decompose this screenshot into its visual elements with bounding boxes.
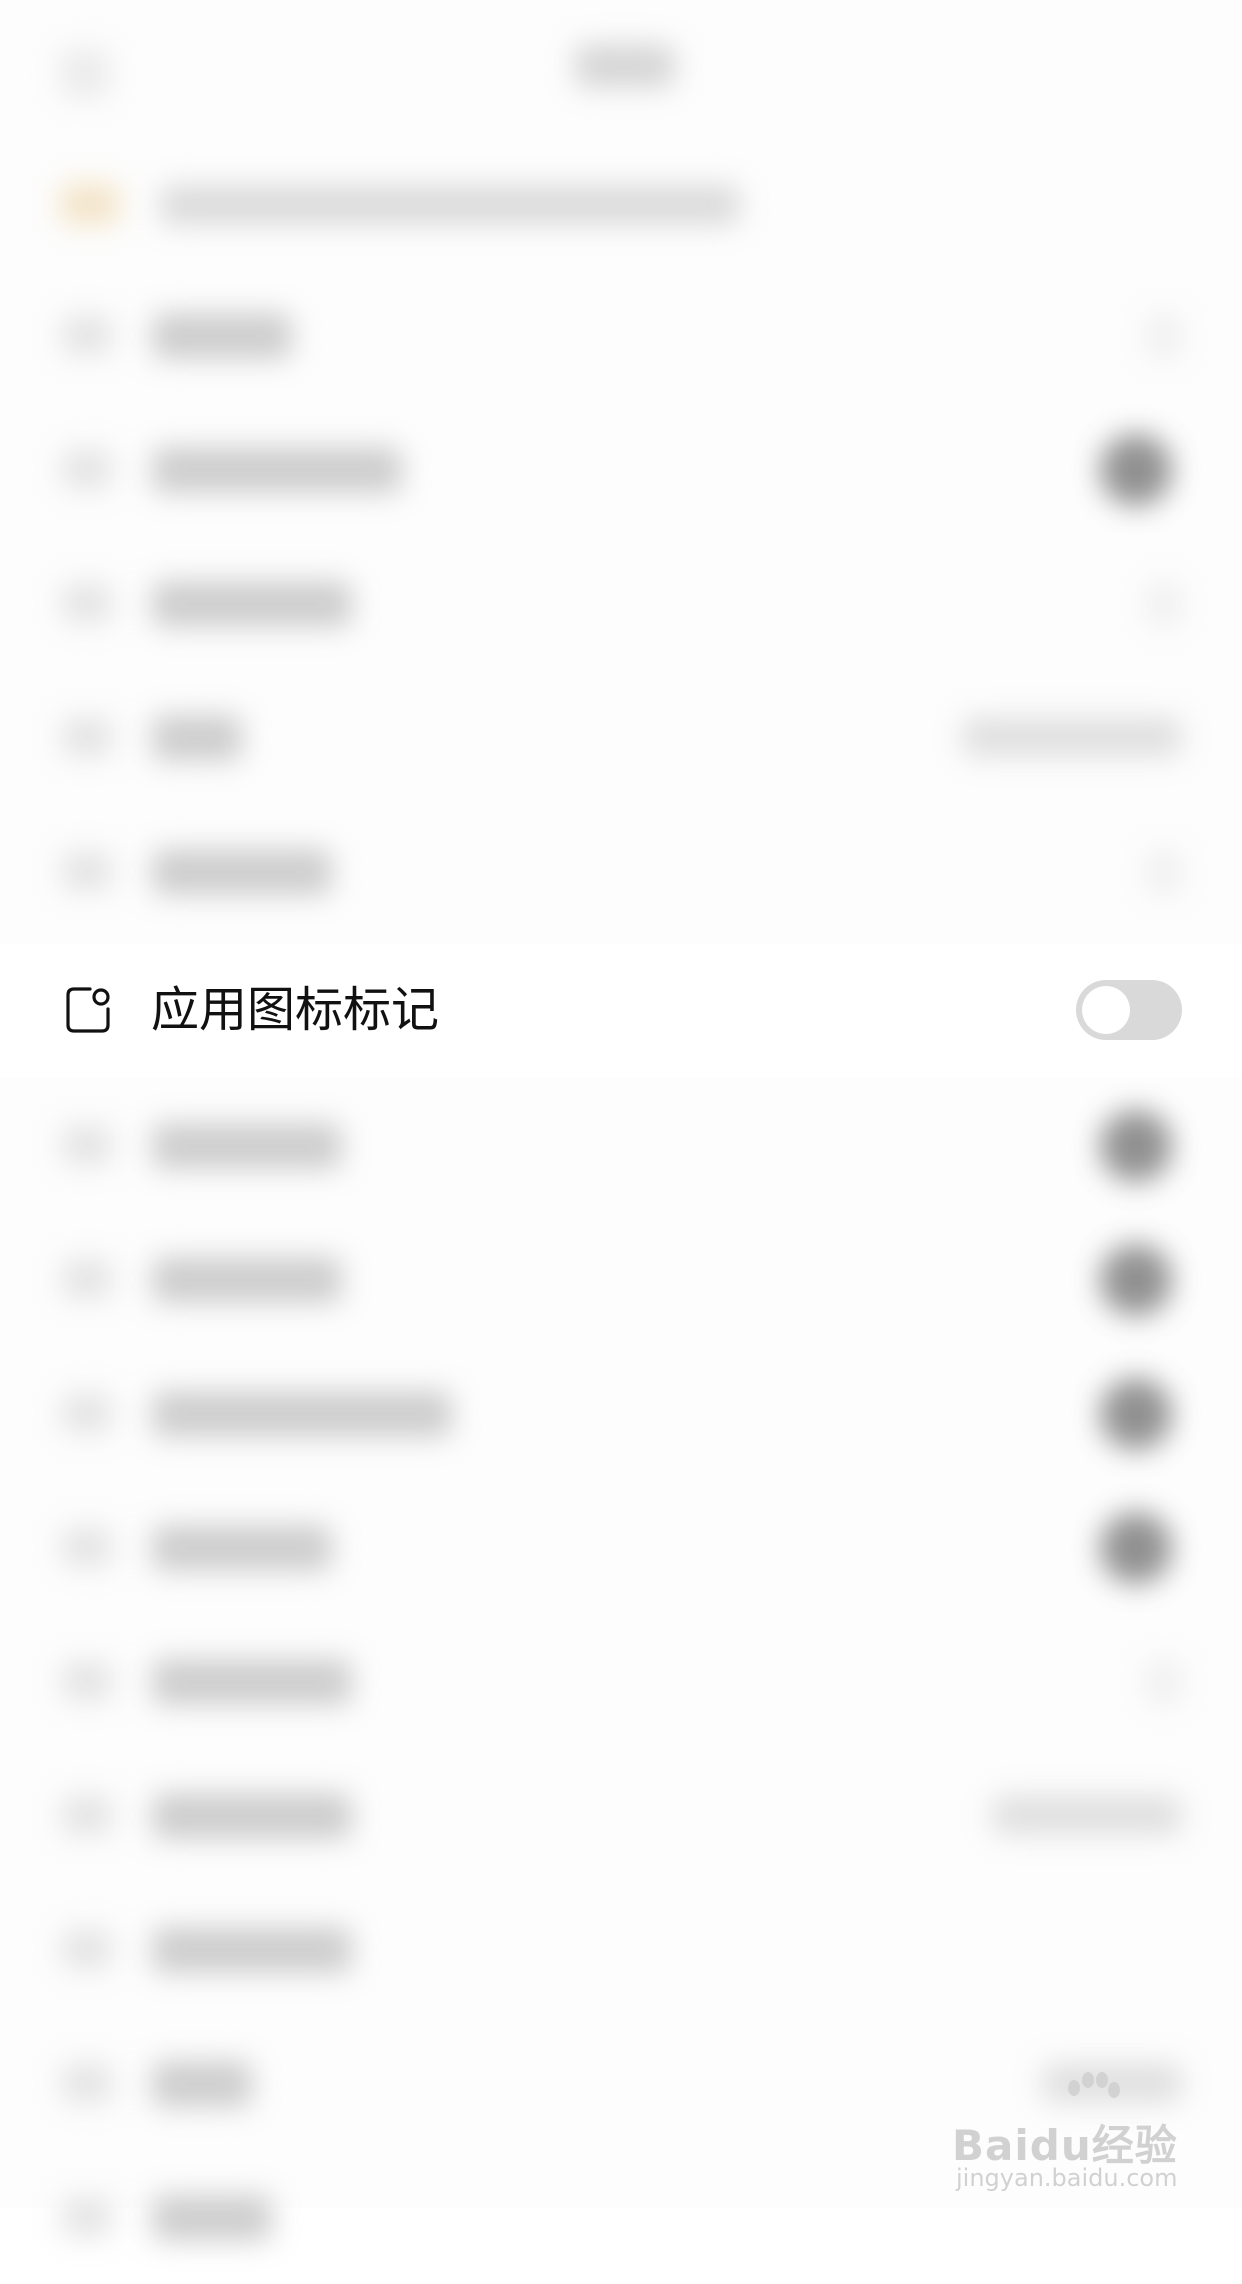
chevron-right-icon [1146, 313, 1182, 359]
item-label-blurred [152, 1525, 332, 1571]
item-icon [62, 1929, 112, 1969]
item-label-blurred [152, 313, 292, 359]
list-item [0, 670, 1242, 804]
item-icon [62, 717, 112, 757]
list-item [0, 1614, 1242, 1748]
item-label-blurred [152, 849, 332, 895]
toggle-knob-blurred [1100, 434, 1172, 506]
toggle-thumb [1082, 986, 1130, 1034]
back-arrow-icon [60, 48, 110, 98]
item-icon [62, 1259, 112, 1299]
item-icon [62, 1393, 112, 1433]
chevron-right-icon [1146, 849, 1182, 895]
item-label-blurred [152, 1659, 352, 1705]
list-item [0, 1882, 1242, 2016]
item-icon [62, 1527, 112, 1567]
list-item [0, 1748, 1242, 1882]
setting-label: 应用图标标记 [151, 982, 440, 1038]
list-item [0, 268, 1242, 402]
item-label-blurred [152, 447, 402, 493]
list-item [0, 1480, 1242, 1614]
list-item [0, 402, 1242, 536]
item-icon [62, 1795, 112, 1835]
page-title-blurred [575, 44, 675, 88]
item-label-blurred [152, 1391, 452, 1437]
watermark-url: jingyan.baidu.com [956, 2164, 1178, 2192]
notice-banner [60, 175, 740, 235]
settings-screen: 应用图标标记 Baidu经验 jingyan.baidu.com [0, 0, 1242, 2241]
list-item [0, 1346, 1242, 1480]
item-icon [62, 2197, 112, 2237]
chevron-right-icon [1146, 1659, 1182, 1705]
app-icon-badge-toggle[interactable] [1076, 980, 1182, 1040]
toggle-knob-blurred [1100, 1512, 1172, 1584]
item-icon [62, 449, 112, 489]
item-label-blurred [152, 1123, 342, 1169]
lightbulb-icon [60, 183, 120, 225]
toggle-knob-blurred [1100, 1244, 1172, 1316]
item-label-blurred [152, 2061, 252, 2107]
notice-text-blurred [160, 185, 740, 225]
item-icon [62, 851, 112, 891]
toggle-knob-blurred [1100, 1110, 1172, 1182]
item-label-blurred [152, 715, 242, 761]
item-label-blurred [152, 2195, 272, 2241]
chevron-right-icon [1146, 581, 1182, 627]
item-value-blurred [992, 1795, 1182, 1835]
item-icon [62, 315, 112, 355]
item-icon [62, 1661, 112, 1701]
item-icon [62, 583, 112, 623]
item-label-blurred [152, 1793, 352, 1839]
list-item [0, 1078, 1242, 1212]
item-value-blurred [962, 717, 1182, 757]
blurred-background [0, 0, 1242, 2241]
item-icon [62, 1125, 112, 1165]
list-item [0, 804, 1242, 938]
toggle-knob-blurred [1100, 1378, 1172, 1450]
item-label-blurred [152, 581, 352, 627]
item-icon [62, 2063, 112, 2103]
list-item [0, 536, 1242, 670]
app-badge-icon [66, 987, 110, 1033]
item-label-blurred [152, 1257, 342, 1303]
watermark: Baidu经验 jingyan.baidu.com [952, 2072, 1192, 2192]
item-label-blurred [152, 1927, 352, 1973]
paw-logo-icon [1068, 2072, 1120, 2098]
header [0, 0, 1242, 130]
list-item [0, 1212, 1242, 1346]
